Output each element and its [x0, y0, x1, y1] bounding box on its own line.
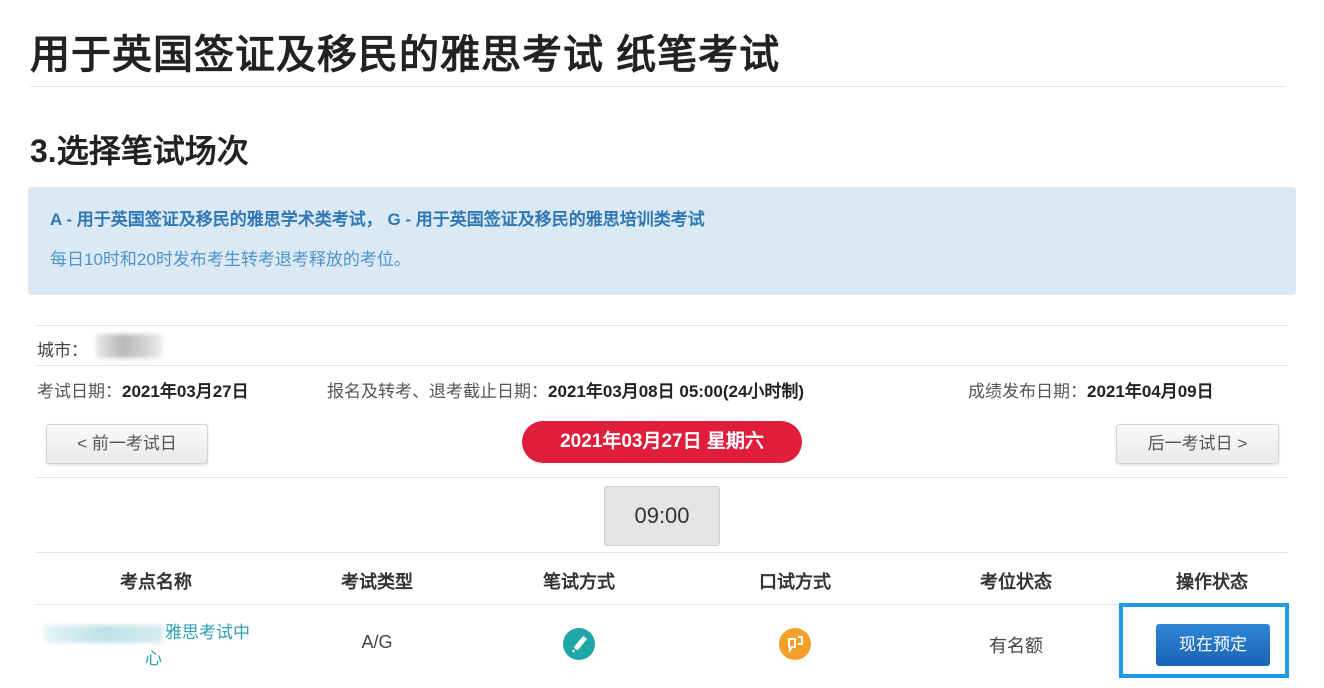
exam-type-cell: A/G: [361, 632, 393, 652]
next-exam-day-button[interactable]: 后一考试日 >: [1116, 424, 1279, 464]
center-name-redacted: [45, 624, 163, 643]
divider: [35, 552, 1287, 553]
speaking-icon: [779, 628, 811, 660]
exam-date-label: 考试日期：: [37, 382, 122, 401]
section-title: 3.选择笔试场次: [30, 133, 249, 169]
pencil-icon: [563, 628, 595, 660]
prev-exam-day-button[interactable]: < 前一考试日: [46, 424, 208, 464]
exam-date-value: 2021年03月27日: [122, 382, 249, 401]
city-value-redacted: [96, 334, 162, 358]
col-header-speaking: 口试方式: [759, 572, 831, 592]
col-header-type: 考试类型: [341, 572, 413, 592]
info-notice: A - 用于英国签证及移民的雅思学术类考试， G - 用于英国签证及移民的雅思培…: [28, 187, 1296, 295]
current-exam-date-badge: 2021年03月27日 星期六: [522, 421, 802, 463]
result-date-label: 成绩发布日期：: [968, 382, 1087, 401]
info-release-note: 每日10时和20时发布考生转考退考释放的考位。: [50, 250, 411, 269]
title-divider: [30, 86, 1285, 87]
result-date-value: 2021年04月09日: [1087, 382, 1214, 401]
page-title: 用于英国签证及移民的雅思考试 纸笔考试: [30, 33, 781, 77]
divider: [35, 325, 1287, 326]
exam-date: 考试日期：2021年03月27日: [37, 377, 249, 402]
time-slot-button[interactable]: 09:00: [604, 486, 720, 546]
book-now-button[interactable]: 现在预定: [1156, 624, 1270, 666]
col-header-status: 考位状态: [980, 572, 1052, 592]
col-header-written: 笔试方式: [543, 572, 615, 592]
deadline-label: 报名及转考、退考截止日期：: [327, 382, 548, 401]
test-center-link[interactable]: 雅思考试中 心: [45, 620, 275, 672]
city-label: 城市：: [37, 341, 88, 360]
seat-status-cell: 有名额: [989, 636, 1043, 656]
divider: [35, 477, 1287, 478]
center-name-text: 雅思考试中: [165, 623, 250, 642]
center-name-tail: 心: [145, 649, 162, 668]
col-header-action: 操作状态: [1176, 572, 1248, 592]
divider: [35, 604, 1287, 605]
result-date: 成绩发布日期：2021年04月09日: [968, 377, 1214, 402]
info-test-types: A - 用于英国签证及移民的雅思学术类考试， G - 用于英国签证及移民的雅思培…: [50, 210, 705, 229]
col-header-center: 考点名称: [120, 572, 192, 592]
deadline-date: 报名及转考、退考截止日期：2021年03月08日 05:00(24小时制): [327, 377, 804, 402]
divider: [35, 365, 1287, 366]
deadline-value: 2021年03月08日 05:00(24小时制): [548, 382, 805, 401]
